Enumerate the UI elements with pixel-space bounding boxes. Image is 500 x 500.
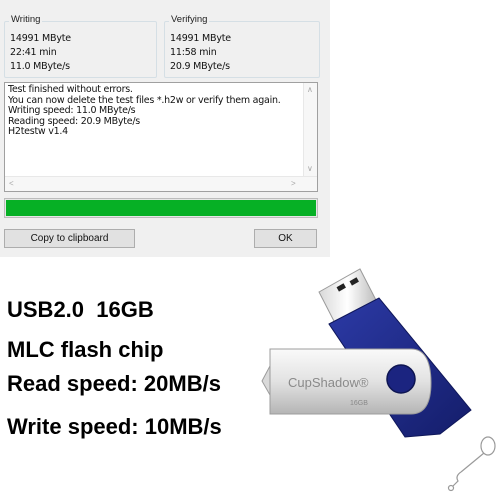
title-fragment: ~ bbox=[0, 0, 330, 5]
spec-flash-chip: MLC flash chip bbox=[7, 337, 164, 362]
result-log-text: Test finished without errors. You can now… bbox=[8, 84, 281, 138]
copy-to-clipboard-button[interactable]: Copy to clipboard bbox=[4, 229, 135, 248]
writing-group: Writing 14991 MByte 22:41 min 11.0 MByte… bbox=[4, 14, 157, 78]
verifying-time: 11:58 min bbox=[170, 47, 217, 58]
writing-legend: Writing bbox=[9, 14, 43, 25]
verifying-speed: 20.9 MByte/s bbox=[170, 61, 230, 72]
ok-button[interactable]: OK bbox=[254, 229, 317, 248]
verifying-group: Verifying 14991 MByte 11:58 min 20.9 MBy… bbox=[164, 14, 320, 78]
progress-fill bbox=[6, 200, 316, 216]
capacity-label: 16GB bbox=[350, 400, 368, 407]
log-line: H2testw v1.4 bbox=[8, 126, 68, 138]
verifying-size: 14991 MByte bbox=[170, 33, 231, 44]
progress-bar bbox=[4, 198, 318, 218]
writing-size: 14991 MByte bbox=[10, 33, 71, 44]
spec-write-speed: Write speed: 10MB/s bbox=[7, 414, 222, 439]
result-log[interactable]: Test finished without errors. You can now… bbox=[4, 82, 318, 192]
h2testw-dialog: ~ Writing 14991 MByte 22:41 min 11.0 MBy… bbox=[0, 0, 330, 257]
brand-label: CupShadow® bbox=[288, 375, 369, 390]
spec-usb-capacity: USB2.0 16GB bbox=[7, 297, 154, 322]
spec-read-speed: Read speed: 20MB/s bbox=[7, 371, 221, 396]
writing-time: 22:41 min bbox=[10, 47, 57, 58]
scroll-down-arrow-icon[interactable]: ∨ bbox=[307, 165, 313, 173]
log-line: Test finished without errors. bbox=[8, 84, 133, 95]
horizontal-scrollbar[interactable]: < > bbox=[5, 176, 317, 191]
lanyard-strap-icon bbox=[447, 436, 496, 492]
writing-speed: 11.0 MByte/s bbox=[10, 61, 70, 72]
title-fragment-text: ~ bbox=[230, 0, 236, 3]
scroll-right-arrow-icon[interactable]: > bbox=[291, 180, 296, 188]
vertical-scrollbar[interactable]: ∧ ∨ bbox=[303, 83, 317, 178]
usb-drive-image: CupShadow® 16GB bbox=[261, 268, 496, 492]
pivot-knob bbox=[386, 364, 416, 394]
scroll-up-arrow-icon[interactable]: ∧ bbox=[307, 86, 313, 94]
scroll-left-arrow-icon[interactable]: < bbox=[9, 180, 14, 188]
verifying-legend: Verifying bbox=[169, 14, 210, 25]
